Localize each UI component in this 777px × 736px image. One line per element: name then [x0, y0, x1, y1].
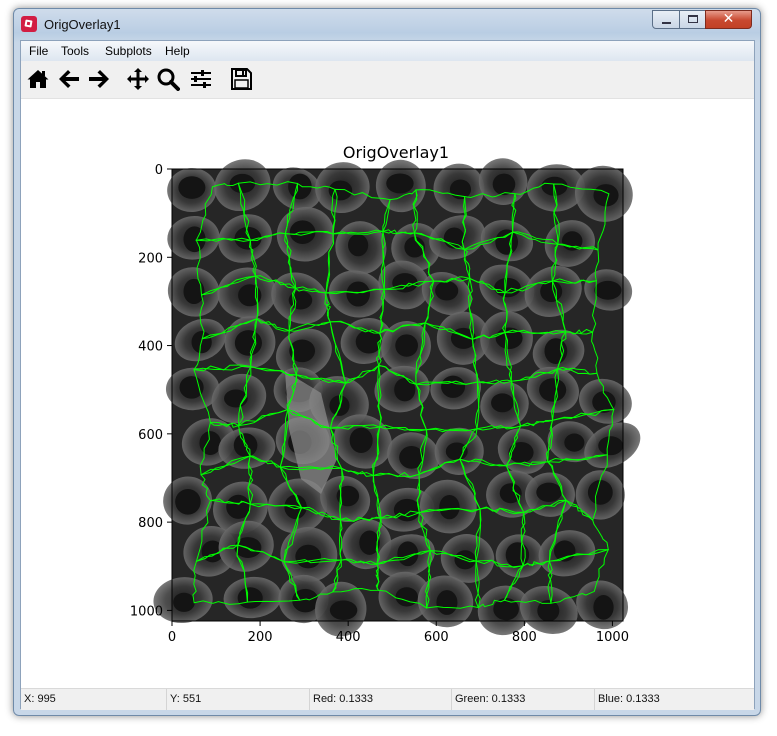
y-axis: 0 200 400 600 800 1000 — [130, 163, 172, 619]
status-bar: X: 995 Y: 551 Red: 0.1333 Green: 0.1333 … — [21, 688, 754, 710]
maximize-button[interactable] — [679, 10, 706, 29]
menu-file[interactable]: File — [29, 44, 48, 58]
cell-nucleus — [491, 393, 514, 413]
plot-svg[interactable]: OrigOverlay1 0 200 400 600 800 1000 0 200 400 60… — [21, 99, 754, 689]
cell-nucleus — [494, 277, 521, 298]
cell-nucleus — [445, 442, 468, 461]
x-tick-label: 600 — [424, 630, 449, 645]
status-red: Red: 0.1333 — [310, 689, 452, 710]
status-x: X: 995 — [21, 689, 167, 710]
save-icon — [231, 68, 252, 90]
image-axes[interactable] — [151, 150, 648, 642]
y-tick-label: 1000 — [130, 604, 163, 619]
home-button[interactable] — [26, 67, 50, 91]
cell-nucleus — [441, 375, 466, 398]
cell-nucleus — [349, 427, 373, 453]
cell-nucleus — [439, 494, 460, 520]
pan-icon — [127, 68, 149, 90]
menu-bar: File Tools Subplots Help — [21, 41, 754, 62]
cell-nucleus — [229, 173, 256, 194]
cell-nucleus — [508, 441, 534, 464]
cell-nucleus — [561, 231, 583, 251]
y-tick-label: 200 — [138, 251, 163, 266]
figure-canvas[interactable]: OrigOverlay1 0 200 400 600 800 1000 0 200 400 60… — [21, 99, 754, 689]
cell-nucleus — [593, 595, 614, 620]
x-tick-label: 800 — [512, 630, 537, 645]
x-tick-label: 200 — [248, 630, 273, 645]
cell-nucleus — [499, 483, 522, 504]
back-button[interactable] — [57, 67, 81, 91]
zoom-icon — [157, 68, 180, 91]
cell-nucleus — [395, 334, 418, 357]
cell-nucleus — [348, 233, 369, 257]
cell-nucleus — [539, 378, 567, 402]
cell-nucleus — [393, 498, 421, 522]
cell-nucleus — [492, 173, 516, 196]
cell-nucleus — [199, 431, 222, 455]
status-blue: Blue: 0.1333 — [598, 693, 660, 705]
status-y: Y: 551 — [167, 689, 310, 710]
x-tick-label: 0 — [168, 630, 176, 645]
cell-nucleus — [598, 436, 624, 456]
client-area: File Tools Subplots Help OrigOverlay1 0 … — [20, 40, 755, 710]
maximize-icon — [688, 15, 698, 23]
cell-nucleus — [436, 590, 458, 615]
configure-subplots-button[interactable] — [189, 67, 213, 91]
cell-nucleus — [234, 330, 262, 356]
x-tick-label: 400 — [336, 630, 361, 645]
menu-help[interactable]: Help — [165, 44, 190, 58]
cell-nucleus — [536, 482, 562, 503]
minimize-button[interactable] — [652, 10, 680, 29]
title-bar[interactable]: OrigOverlay1 ✕ — [14, 9, 760, 41]
zoom-button[interactable] — [156, 67, 180, 91]
pan-button[interactable] — [126, 67, 150, 91]
cell-nucleus — [587, 480, 613, 505]
status-green: Green: 0.1333 — [452, 689, 595, 710]
plot-title: OrigOverlay1 — [343, 143, 449, 162]
cell-nucleus — [237, 587, 263, 609]
cell-nucleus — [175, 488, 201, 515]
window-title: OrigOverlay1 — [44, 17, 121, 32]
cell-nucleus — [435, 280, 459, 301]
toolbar — [21, 61, 754, 99]
forward-button[interactable] — [87, 67, 111, 91]
cell-nucleus — [173, 592, 195, 612]
save-button[interactable] — [229, 67, 253, 91]
cell-nucleus — [386, 173, 414, 194]
cell-nucleus — [395, 587, 418, 607]
app-logo-icon — [21, 16, 37, 32]
menu-tools[interactable]: Tools — [61, 44, 89, 58]
cell-nucleus — [564, 433, 585, 452]
cell-nucleus — [594, 280, 622, 300]
app-window: OrigOverlay1 ✕ File Tools Subplots Help — [13, 8, 761, 716]
menu-subplots[interactable]: Subplots — [105, 44, 152, 58]
cell-nucleus — [295, 544, 322, 569]
forward-arrow-icon — [89, 70, 109, 88]
y-tick-label: 400 — [138, 340, 163, 355]
cell-nucleus — [443, 227, 465, 249]
cell-nucleus — [179, 376, 204, 399]
x-tick-label: 1000 — [596, 630, 629, 645]
y-tick-label: 800 — [138, 516, 163, 531]
close-icon: ✕ — [722, 11, 735, 27]
home-icon — [27, 70, 49, 88]
cell-nucleus — [346, 281, 370, 307]
back-arrow-icon — [59, 70, 79, 88]
cell-nucleus — [178, 176, 206, 199]
cell-nucleus — [233, 433, 258, 458]
close-button[interactable]: ✕ — [705, 10, 752, 29]
cell-nucleus — [329, 600, 358, 620]
minimize-icon — [662, 22, 671, 24]
y-tick-label: 600 — [138, 428, 163, 443]
cell-nucleus — [284, 494, 307, 520]
y-tick-label: 0 — [155, 163, 163, 178]
subplots-configure-icon — [191, 70, 211, 88]
